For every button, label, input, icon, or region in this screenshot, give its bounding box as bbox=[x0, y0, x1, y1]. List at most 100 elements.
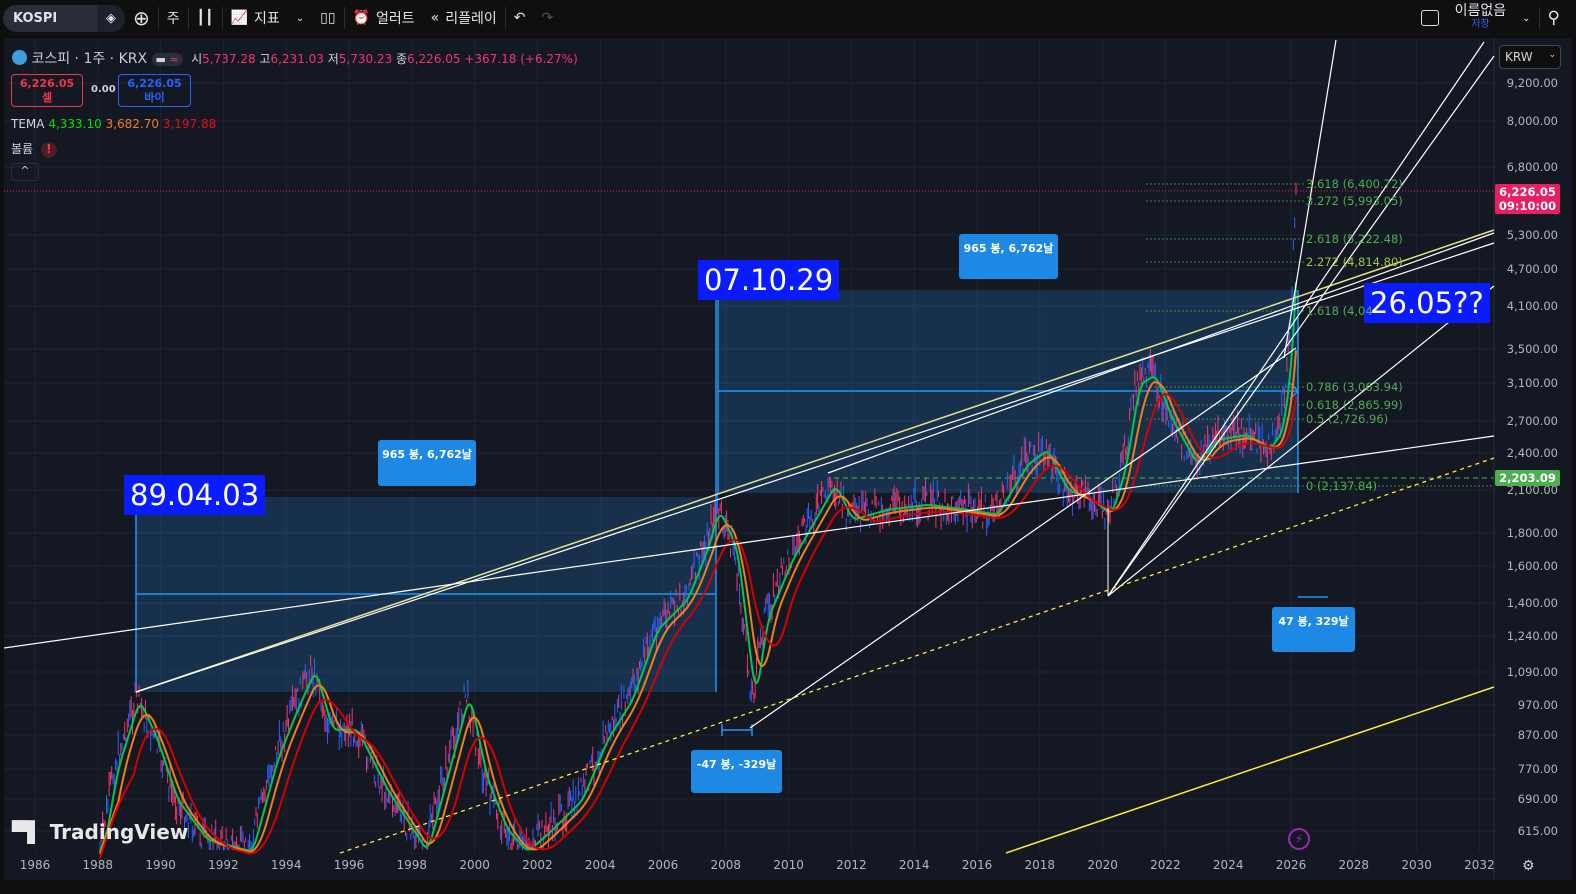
symbol-logo-icon[interactable]: ◈ bbox=[97, 4, 125, 32]
tradingview-logo-icon: ▀▌ bbox=[12, 820, 43, 844]
indicators-icon: 📈 bbox=[230, 10, 248, 26]
spread-value: 0.00 bbox=[91, 84, 116, 95]
tradingview-watermark[interactable]: ▀▌ TradingView bbox=[12, 820, 188, 844]
layout-name-button[interactable]: 이름없음 저장 bbox=[1447, 0, 1515, 36]
time-tick: 1998 bbox=[396, 858, 428, 872]
symbol-legend: 코스피 · 1주 · KRX ▬ ≈ 시5,737.28 고6,231.03 저… bbox=[12, 48, 578, 68]
time-tick: 2000 bbox=[459, 858, 490, 872]
replay-label: 리플레이 bbox=[445, 11, 497, 27]
candles-icon: ┃┃ bbox=[196, 10, 214, 26]
lightning-icon[interactable]: ⚡ bbox=[1288, 828, 1310, 850]
time-tick: 1986 bbox=[19, 858, 51, 872]
layout-name: 이름없음 bbox=[1454, 3, 1507, 19]
time-tick: 2016 bbox=[961, 858, 993, 872]
price-tick: 6,800.00 bbox=[1506, 160, 1558, 174]
currency-select[interactable]: KRW ⌄ bbox=[1499, 45, 1561, 69]
tema-legend[interactable]: TEMA 4,333.10 3,682.70 3,197.88 bbox=[11, 117, 216, 131]
currency-value: KRW bbox=[1505, 50, 1533, 64]
price-tick: 1,090.00 bbox=[1506, 665, 1558, 679]
time-tick: 2030 bbox=[1401, 858, 1432, 872]
price-tick: 690.00 bbox=[1517, 792, 1558, 806]
last-price: 6,226.05 bbox=[1499, 185, 1556, 199]
tema-value-mid: 3,682.70 bbox=[105, 117, 160, 131]
time-tick: 2008 bbox=[710, 858, 742, 872]
fib-level-label: 1.618 (4,04 bbox=[1306, 304, 1373, 318]
sell-price: 6,226.05 bbox=[19, 77, 75, 90]
bottom-bar bbox=[0, 880, 1576, 894]
layouts-button[interactable]: ▯▯ bbox=[312, 0, 343, 36]
buy-label: 바이 bbox=[144, 91, 165, 104]
date-range-label[interactable]: -47 봉, -329날 bbox=[691, 750, 782, 793]
quick-search-button[interactable]: ⚲ bbox=[1540, 0, 1568, 36]
bar-countdown: 09:10:00 bbox=[1498, 199, 1557, 213]
sell-button[interactable]: 6,226.05 셀 bbox=[11, 74, 83, 107]
fib-level-label: 0.5 (2,726.96) bbox=[1306, 412, 1389, 426]
fullscreen-button[interactable] bbox=[1413, 0, 1447, 36]
price-tick: 3,100.00 bbox=[1506, 376, 1558, 390]
date-range-label[interactable]: 965 봉, 6,762날 bbox=[378, 440, 476, 486]
sell-label: 셀 bbox=[41, 91, 53, 104]
high-label: 고 bbox=[259, 52, 271, 66]
redo-button[interactable]: ↷ bbox=[533, 0, 561, 36]
price-tick: 970.00 bbox=[1517, 698, 1558, 712]
replay-button[interactable]: « 리플레이 bbox=[423, 0, 505, 36]
buy-price: 6,226.05 bbox=[127, 77, 182, 90]
time-tick: 1992 bbox=[208, 858, 239, 872]
search-lightning-icon: ⚲ bbox=[1547, 8, 1560, 28]
tema-value-fast: 4,333.10 bbox=[48, 117, 102, 131]
chart-pane[interactable]: 코스피 · 1주 · KRX ▬ ≈ 시5,737.28 고6,231.03 저… bbox=[4, 38, 1572, 880]
fib-level-label: 0 (2,137.84) bbox=[1306, 479, 1378, 493]
date-label-2007[interactable]: 07.10.29 bbox=[698, 260, 840, 300]
chart-canvas[interactable] bbox=[4, 38, 1572, 880]
close-label: 종 bbox=[396, 52, 408, 66]
time-tick: 2006 bbox=[647, 858, 679, 872]
date-label-2026[interactable]: 26.05?? bbox=[1364, 283, 1490, 323]
symbol-search[interactable]: KOSPI bbox=[3, 4, 97, 32]
time-tick: 2026 bbox=[1275, 858, 1307, 872]
interval-button[interactable]: 주 bbox=[159, 0, 188, 36]
price-tick: 8,000.00 bbox=[1506, 114, 1558, 128]
collapse-legend-button[interactable]: ^ bbox=[11, 163, 39, 181]
price-tick: 2,400.00 bbox=[1506, 446, 1558, 460]
time-tick: 2012 bbox=[836, 858, 867, 872]
settings-gear-icon[interactable]: ⚙ bbox=[1522, 858, 1535, 874]
date-range-label[interactable]: 47 봉, 329날 bbox=[1272, 607, 1355, 652]
symbol-title[interactable]: 코스피 · 1주 · KRX bbox=[31, 51, 147, 67]
alert-button[interactable]: ⏰ 얼러트 bbox=[345, 0, 423, 36]
layout-menu-chevron[interactable]: ⌄ bbox=[1514, 0, 1538, 36]
time-tick: 1990 bbox=[145, 858, 176, 872]
time-tick: 2020 bbox=[1087, 858, 1118, 872]
indicators-button[interactable]: 📈 지표 ⌄ bbox=[223, 0, 313, 36]
price-tick: 2,700.00 bbox=[1506, 414, 1558, 428]
date-range-label[interactable]: 965 봉, 6,762날 bbox=[959, 234, 1058, 279]
volume-legend[interactable]: 볼륨 ! bbox=[11, 140, 57, 158]
buy-button[interactable]: 6,226.05 바이 bbox=[118, 74, 191, 107]
date-label-1989[interactable]: 89.04.03 bbox=[124, 475, 266, 515]
close-value: 6,226.05 bbox=[407, 52, 461, 66]
price-tick: 615.00 bbox=[1517, 824, 1558, 838]
open-value: 5,737.28 bbox=[202, 52, 256, 66]
price-tick: 1,240.00 bbox=[1506, 629, 1558, 643]
price-tick: 1,400.00 bbox=[1506, 596, 1558, 610]
visibility-toggle[interactable]: ▬ ≈ bbox=[151, 53, 183, 66]
undo-button[interactable]: ↶ bbox=[506, 0, 534, 36]
chevron-down-icon[interactable]: ⌄ bbox=[296, 13, 304, 24]
time-tick: 2014 bbox=[898, 858, 930, 872]
alert-label: 얼러트 bbox=[375, 11, 415, 27]
chart-type-button[interactable]: ┃┃ bbox=[189, 0, 222, 36]
add-symbol-button[interactable]: ⊕ bbox=[125, 0, 158, 36]
tema-label: TEMA bbox=[11, 117, 45, 131]
redo-icon: ↷ bbox=[541, 10, 554, 26]
time-tick: 1988 bbox=[82, 858, 114, 872]
price-tick: 5,300.00 bbox=[1506, 228, 1558, 242]
top-toolbar: KOSPI ◈ ⊕ 주 ┃┃ 📈 지표 ⌄ ▯▯ ⏰ 얼러트 « 리플레이 ↶ ↷ 이름… bbox=[0, 0, 1576, 36]
warning-icon[interactable]: ! bbox=[40, 142, 57, 158]
price-tick: 4,700.00 bbox=[1506, 262, 1558, 276]
undo-icon: ↶ bbox=[513, 10, 526, 26]
save-label[interactable]: 저장 bbox=[1471, 18, 1489, 31]
time-tick: 2032 bbox=[1464, 858, 1495, 872]
tema-value-slow: 3,197.88 bbox=[162, 117, 217, 131]
time-tick: 2004 bbox=[584, 858, 616, 872]
price-tick: 1,600.00 bbox=[1506, 559, 1558, 573]
square-icon bbox=[1420, 10, 1439, 26]
